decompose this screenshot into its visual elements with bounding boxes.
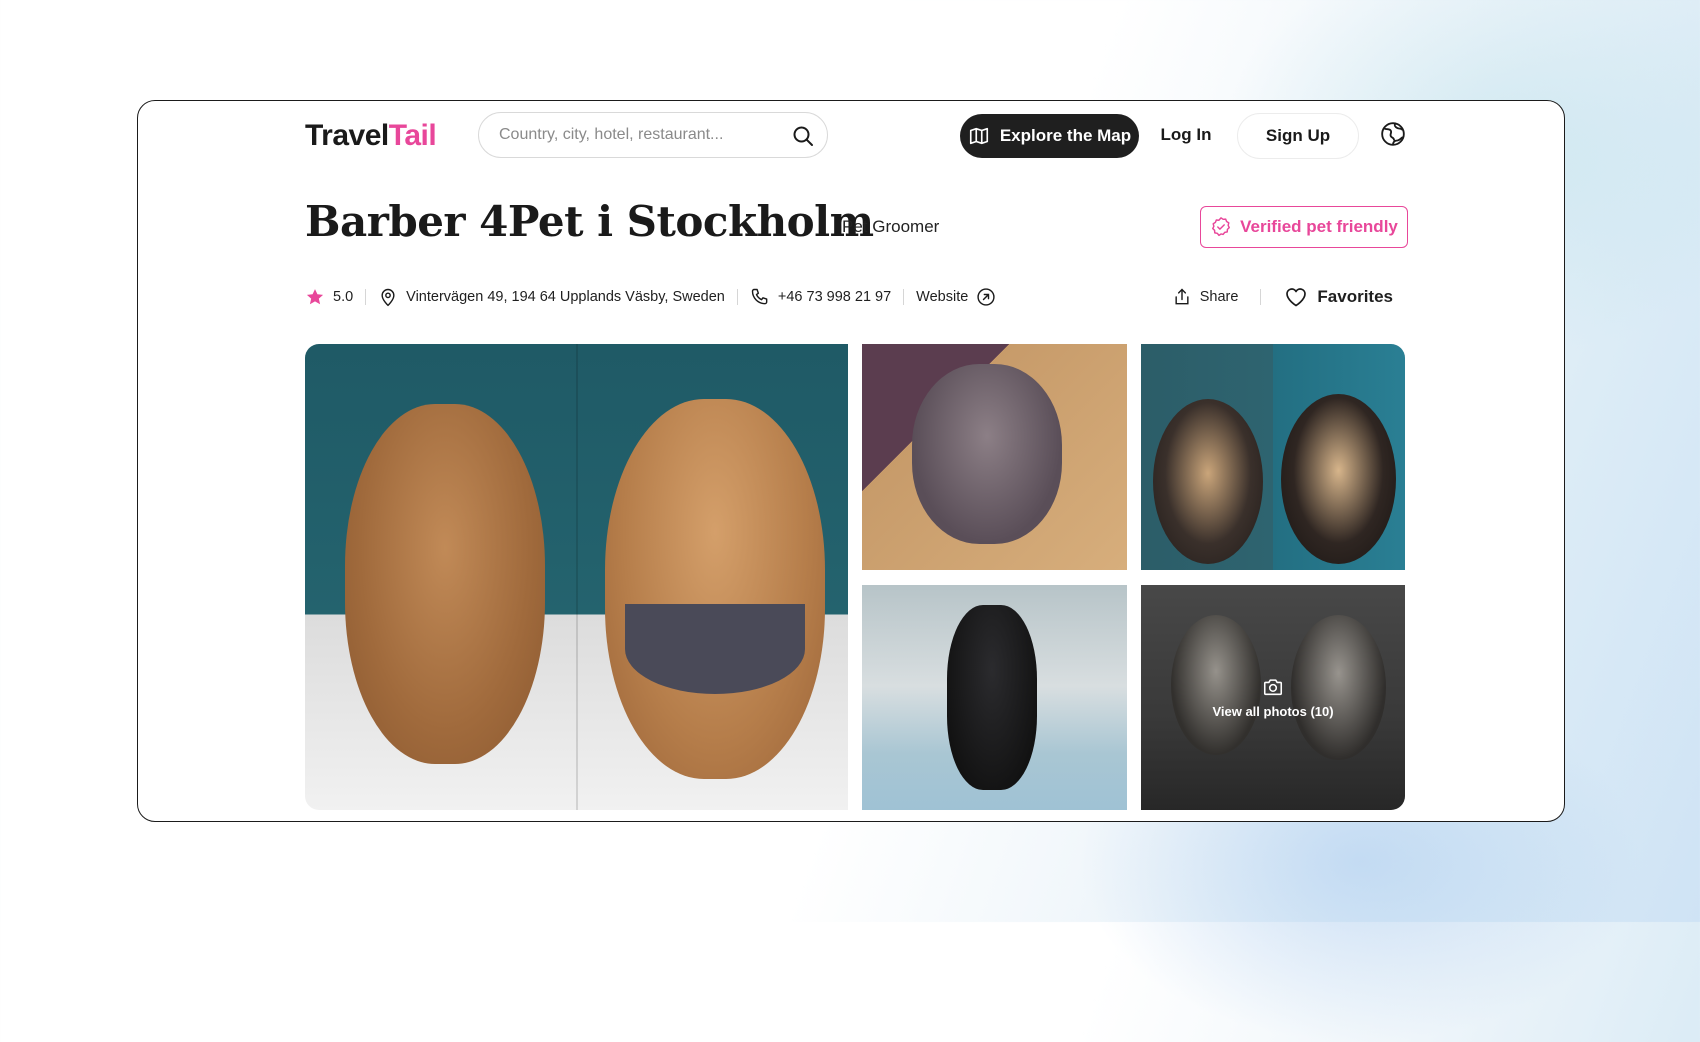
page-title: Barber 4Pet i Stockholm	[305, 197, 874, 246]
rating-value: 5.0	[333, 289, 354, 305]
gallery-view-all[interactable]: View all photos (10)	[1141, 585, 1405, 810]
divider	[1260, 289, 1262, 305]
browser-frame: TravelTail Explore the Map Log In Sign U…	[137, 100, 1565, 822]
dog-figure	[1281, 394, 1396, 564]
info-row: 5.0 Vintervägen 49, 194 64 Upplands Väsb…	[305, 284, 996, 310]
favorites-button[interactable]: Favorites	[1283, 285, 1393, 309]
divider	[365, 289, 367, 305]
website-link[interactable]: Website	[916, 287, 996, 307]
logo-text: Travel	[305, 119, 389, 152]
share-button[interactable]: Share	[1172, 287, 1239, 307]
location-pin-icon	[381, 288, 395, 307]
actions-row: Share Favorites	[1172, 284, 1405, 310]
rating: 5.0	[305, 287, 353, 307]
logo[interactable]: TravelTail	[305, 119, 437, 153]
address[interactable]: Vintervägen 49, 194 64 Upplands Väsby, S…	[378, 286, 725, 308]
gallery-photo[interactable]	[862, 585, 1127, 810]
phone-text: +46 73 998 21 97	[777, 289, 892, 305]
login-button[interactable]: Log In	[1136, 125, 1236, 145]
map-icon	[969, 127, 988, 145]
view-all-overlay: View all photos (10)	[1141, 585, 1405, 810]
photo-divider	[576, 344, 578, 810]
verified-badge-icon	[1212, 217, 1231, 237]
heart-icon	[1286, 288, 1307, 307]
search-icon[interactable]	[791, 124, 815, 148]
star-icon	[306, 289, 324, 305]
phone-icon	[751, 288, 768, 305]
gallery-photo[interactable]	[1141, 344, 1405, 570]
bandana	[625, 604, 805, 694]
divider	[736, 289, 738, 305]
share-label: Share	[1199, 289, 1239, 305]
dog-figure	[1153, 399, 1263, 564]
explore-map-button[interactable]: Explore the Map	[960, 114, 1139, 158]
gallery-photo[interactable]	[862, 344, 1127, 570]
explore-map-label: Explore the Map	[999, 126, 1132, 145]
camera-icon	[1263, 679, 1283, 696]
gallery-main-photo[interactable]	[305, 344, 848, 810]
dog-figure	[947, 605, 1037, 790]
phone[interactable]: +46 73 998 21 97	[750, 287, 891, 307]
search-box	[478, 112, 828, 158]
search-input[interactable]	[497, 125, 781, 145]
globe-icon[interactable]	[1380, 121, 1406, 147]
favorites-label: Favorites	[1317, 287, 1393, 306]
dog-figure	[912, 364, 1062, 544]
address-text: Vintervägen 49, 194 64 Upplands Väsby, S…	[406, 289, 725, 305]
external-link-icon	[977, 288, 995, 306]
dog-figure	[605, 399, 825, 779]
dog-figure	[345, 404, 545, 764]
website-label: Website	[916, 289, 969, 305]
logo-text-accent: Tail	[388, 119, 437, 152]
page-content: TravelTail Explore the Map Log In Sign U…	[305, 101, 1408, 821]
signup-button[interactable]: Sign Up	[1237, 113, 1359, 159]
divider	[903, 289, 905, 305]
view-all-photos-label: View all photos (10)	[1212, 704, 1334, 719]
verified-badge[interactable]: Verified pet friendly	[1200, 206, 1408, 248]
category-label: Pet Groomer	[842, 217, 940, 236]
verified-badge-label: Verified pet friendly	[1240, 217, 1398, 236]
share-icon	[1175, 288, 1189, 305]
